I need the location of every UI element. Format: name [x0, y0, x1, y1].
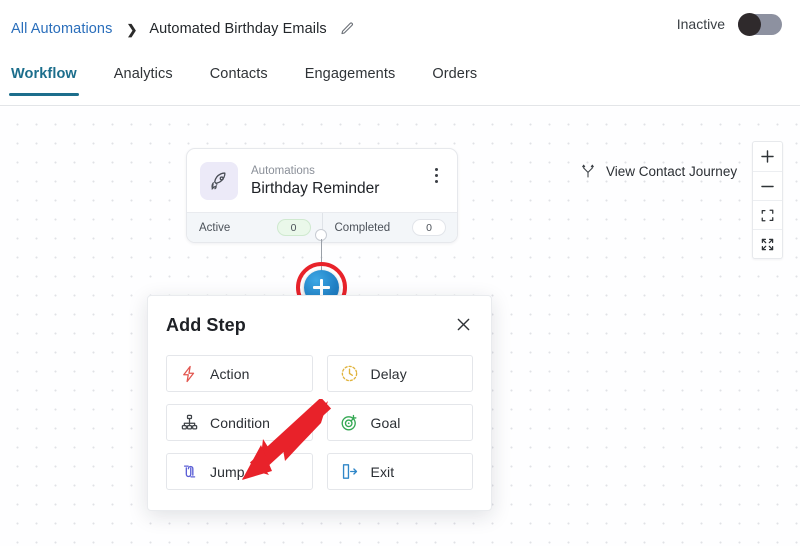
- hierarchy-icon: [179, 413, 199, 433]
- stat-active-label: Active: [199, 221, 231, 234]
- step-option-condition-label: Condition: [210, 414, 271, 431]
- automation-status-control: Inactive: [677, 8, 782, 40]
- exit-door-icon: [340, 462, 360, 482]
- breadcrumb-all-automations-link[interactable]: All Automations: [11, 21, 112, 37]
- view-contact-journey-label: View Contact Journey: [606, 163, 738, 179]
- stat-completed: Completed 0: [321, 213, 458, 242]
- add-step-dialog-header: Add Step: [166, 314, 473, 336]
- step-option-exit[interactable]: Exit: [326, 453, 473, 490]
- expand-view-button[interactable]: [753, 229, 782, 258]
- zoom-in-button[interactable]: [753, 142, 782, 171]
- activation-toggle[interactable]: [738, 12, 782, 36]
- add-step-dialog: Add Step Action Delay Condition Goal Jum…: [147, 295, 492, 511]
- add-step-options-grid: Action Delay Condition Goal Jump Exit: [166, 355, 473, 490]
- automation-workflow-page: All Automations ❯ Automated Birthday Ema…: [0, 0, 800, 546]
- step-option-action[interactable]: Action: [166, 355, 313, 392]
- step-option-action-label: Action: [210, 365, 250, 382]
- jump-icon: [179, 462, 199, 482]
- page-tabs: Workflow Analytics Contacts Engagements …: [0, 62, 800, 106]
- step-option-condition[interactable]: Condition: [166, 404, 313, 441]
- tab-contacts[interactable]: Contacts: [210, 62, 268, 96]
- stat-active-value: 0: [276, 219, 311, 236]
- tab-orders[interactable]: Orders: [432, 62, 477, 96]
- breadcrumb: All Automations ❯ Automated Birthday Ema…: [0, 21, 356, 38]
- step-option-delay[interactable]: Delay: [326, 355, 473, 392]
- breadcrumb-separator-icon: ❯: [126, 21, 138, 37]
- rocket-icon: [200, 162, 238, 200]
- step-option-jump-label: Jump: [210, 463, 245, 480]
- close-icon[interactable]: [453, 314, 473, 334]
- breadcrumb-current-title: Automated Birthday Emails: [149, 21, 327, 37]
- tab-analytics-label: Analytics: [113, 66, 173, 82]
- add-step-dialog-title: Add Step: [166, 315, 246, 335]
- tab-workflow-label: Workflow: [11, 66, 77, 82]
- step-option-jump[interactable]: Jump: [166, 453, 313, 490]
- tab-workflow[interactable]: Workflow: [9, 62, 79, 96]
- stat-completed-label: Completed: [334, 221, 391, 234]
- tab-orders-label: Orders: [432, 66, 478, 82]
- stat-active: Active 0: [187, 213, 322, 242]
- status-badge: Inactive: [676, 16, 725, 32]
- step-option-goal[interactable]: Goal: [326, 404, 473, 441]
- tab-analytics[interactable]: Analytics: [114, 62, 173, 96]
- step-option-exit-label: Exit: [370, 463, 395, 480]
- step-option-delay-label: Delay: [370, 365, 407, 382]
- toggle-knob: [738, 12, 761, 36]
- kebab-menu-icon[interactable]: [427, 164, 445, 186]
- automation-card-title: Birthday Reminder: [251, 179, 380, 197]
- target-icon: [340, 413, 360, 433]
- lightning-bolt-icon: [179, 364, 199, 384]
- stat-completed-value: 0: [412, 219, 446, 236]
- plus-icon-vertical: [320, 279, 323, 296]
- tab-engagements-label: Engagements: [304, 66, 396, 82]
- zoom-out-button[interactable]: [753, 171, 782, 200]
- tab-engagements[interactable]: Engagements: [305, 62, 396, 96]
- branch-path-icon: [578, 161, 598, 181]
- fit-view-button[interactable]: [753, 200, 782, 229]
- step-option-goal-label: Goal: [370, 414, 401, 431]
- pencil-icon[interactable]: [339, 21, 356, 38]
- automation-card-text: Automations Birthday Reminder: [251, 164, 427, 199]
- connector-line: [320, 239, 322, 271]
- automation-card-header: Automations Birthday Reminder: [187, 149, 457, 212]
- workflow-canvas[interactable]: Automations Birthday Reminder Active 0 C…: [0, 107, 800, 546]
- automation-card-subtitle: Automations: [251, 164, 315, 177]
- canvas-zoom-controls: [752, 141, 783, 259]
- view-contact-journey-button[interactable]: View Contact Journey: [578, 161, 737, 181]
- clock-dashed-icon: [340, 364, 360, 384]
- tab-contacts-label: Contacts: [209, 66, 268, 82]
